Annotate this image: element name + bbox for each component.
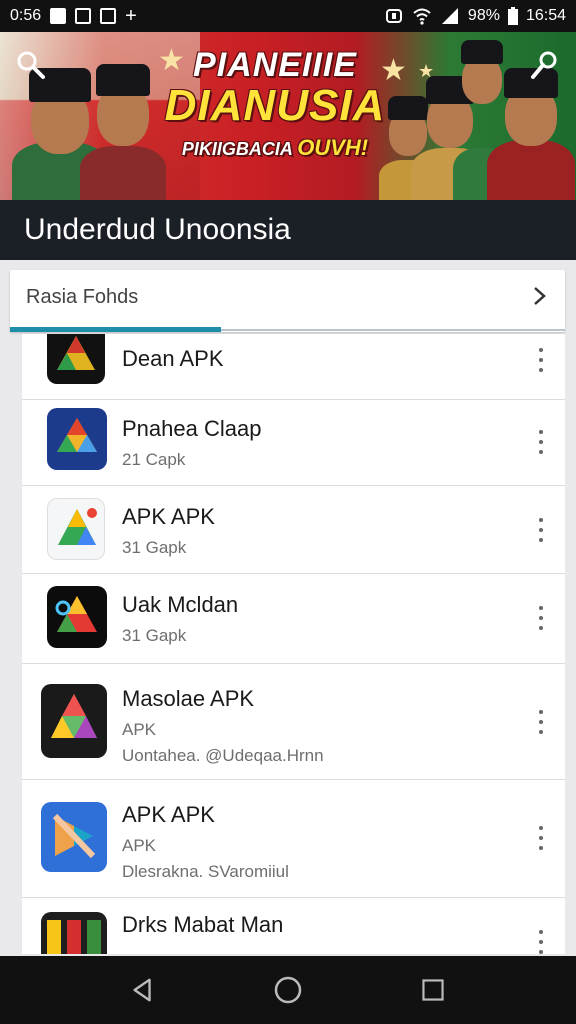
page-title: Underdud Unoonsia (24, 213, 291, 246)
magic-icon[interactable] (530, 50, 560, 80)
status-right: 98% 16:54 (384, 7, 566, 25)
photo-icon (75, 8, 92, 24)
wifi-icon (413, 8, 431, 25)
app-icon (41, 684, 107, 758)
plus-icon: + (125, 5, 137, 27)
back-icon[interactable] (123, 970, 163, 1010)
app-name: APK APK (122, 802, 215, 827)
app-text: Uak Mcldan 31 Gapk (122, 592, 238, 646)
phone-screen: 0:56 + 98% 16:54 ★ ★ ★ PIANEIIIE DIANUSI… (0, 0, 576, 1024)
overflow-menu-icon[interactable] (535, 710, 547, 734)
page-title-bar: Underdud Unoonsia (0, 200, 576, 260)
app-developer: Dlesrakna. SVaromiiul (122, 862, 289, 881)
app-name: Masolae APK (122, 686, 255, 711)
app-meta: APK (122, 836, 157, 855)
status-left: 0:56 + (10, 5, 137, 27)
signal-icon (441, 8, 458, 24)
overflow-menu-icon[interactable] (535, 518, 547, 542)
app-name: Drks Mabat Man (122, 912, 284, 937)
app-icon (47, 586, 107, 648)
overflow-menu-icon[interactable] (535, 606, 547, 630)
list-item[interactable]: Drks Mabat Man (22, 898, 565, 954)
app-name: Uak Mcldan (122, 592, 239, 617)
app-meta: 21 Capk (122, 450, 186, 469)
promo-banner[interactable]: ★ ★ ★ PIANEIIIE DIANUSIA PIKIIGBACIA OUV… (0, 32, 576, 200)
app-icon (41, 802, 107, 872)
navigation-bar (0, 956, 576, 1024)
recents-icon[interactable] (413, 970, 453, 1010)
app-text: Masolae APK APK Uontahea. @Udeqaa.Hrnn (122, 686, 324, 766)
app-icon (41, 912, 107, 954)
tab-label[interactable]: Rasia Fohds (26, 286, 138, 309)
list-item[interactable]: APK APK APK Dlesrakna. SVaromiiul (22, 780, 565, 898)
chevron-right-icon[interactable] (529, 284, 549, 308)
list-item[interactable]: APK APK 31 Gapk (22, 486, 565, 574)
app-text: Dean APK (122, 346, 224, 372)
app-meta: 31 Gapk (122, 538, 187, 557)
app-name: Pnahea Claap (122, 416, 262, 441)
list-item[interactable]: Pnahea Claap 21 Capk (22, 400, 565, 486)
app-icon (47, 408, 107, 470)
search-icon[interactable] (16, 50, 46, 80)
list-item[interactable]: Dean APK (22, 334, 565, 400)
notification-icon (50, 8, 67, 24)
banner-figure (78, 50, 168, 200)
battery-percent: 98% (467, 7, 500, 24)
banner-line-3: PIKIIGBACIA OUVH! (160, 135, 390, 161)
home-icon[interactable] (268, 970, 308, 1010)
app-text: APK APK APK Dlesrakna. SVaromiiul (122, 802, 289, 882)
banner-line-1: PIANEIIIE (193, 46, 357, 84)
app-meta: APK (122, 720, 157, 739)
status-clock: 16:54 (525, 7, 566, 24)
app-text: Drks Mabat Man (122, 912, 283, 938)
app-name: APK APK (122, 504, 215, 529)
app-text: Pnahea Claap 21 Capk (122, 416, 261, 470)
list-item[interactable]: Uak Mcldan 31 Gapk (22, 574, 565, 664)
overflow-menu-icon[interactable] (535, 348, 547, 372)
app-name: Dean APK (122, 346, 224, 371)
app-icon (47, 498, 105, 560)
gallery-icon (100, 8, 117, 24)
tab-baseline (221, 329, 565, 331)
banner-figure (486, 60, 576, 200)
app-icon (47, 334, 105, 384)
app-list: Dean APK Pnahea Claap 21 Capk APK APK 31… (22, 334, 565, 954)
status-time-left: 0:56 (10, 7, 42, 24)
list-item[interactable]: Masolae APK APK Uontahea. @Udeqaa.Hrnn (22, 664, 565, 780)
app-text: APK APK 31 Gapk (122, 504, 215, 558)
alarm-icon (385, 9, 402, 23)
banner-line-3-small: PIKIIGBACIA (181, 139, 293, 159)
category-tab-card[interactable]: Rasia Fohds (10, 270, 565, 332)
overflow-menu-icon[interactable] (535, 430, 547, 454)
banner-line-2: DIANUSIA (164, 81, 386, 130)
app-meta: 31 Gapk (122, 626, 187, 645)
banner-headline: PIANEIIIE DIANUSIA PIKIIGBACIA OUVH! (160, 46, 390, 161)
battery-icon (507, 7, 518, 25)
app-developer: Uontahea. @Udeqaa.Hrnn (122, 746, 324, 765)
banner-line-3-big: OUVH! (297, 135, 369, 160)
overflow-menu-icon[interactable] (535, 930, 547, 954)
overflow-menu-icon[interactable] (535, 826, 547, 850)
tab-active-indicator (10, 327, 221, 332)
status-bar: 0:56 + 98% 16:54 (0, 0, 576, 32)
